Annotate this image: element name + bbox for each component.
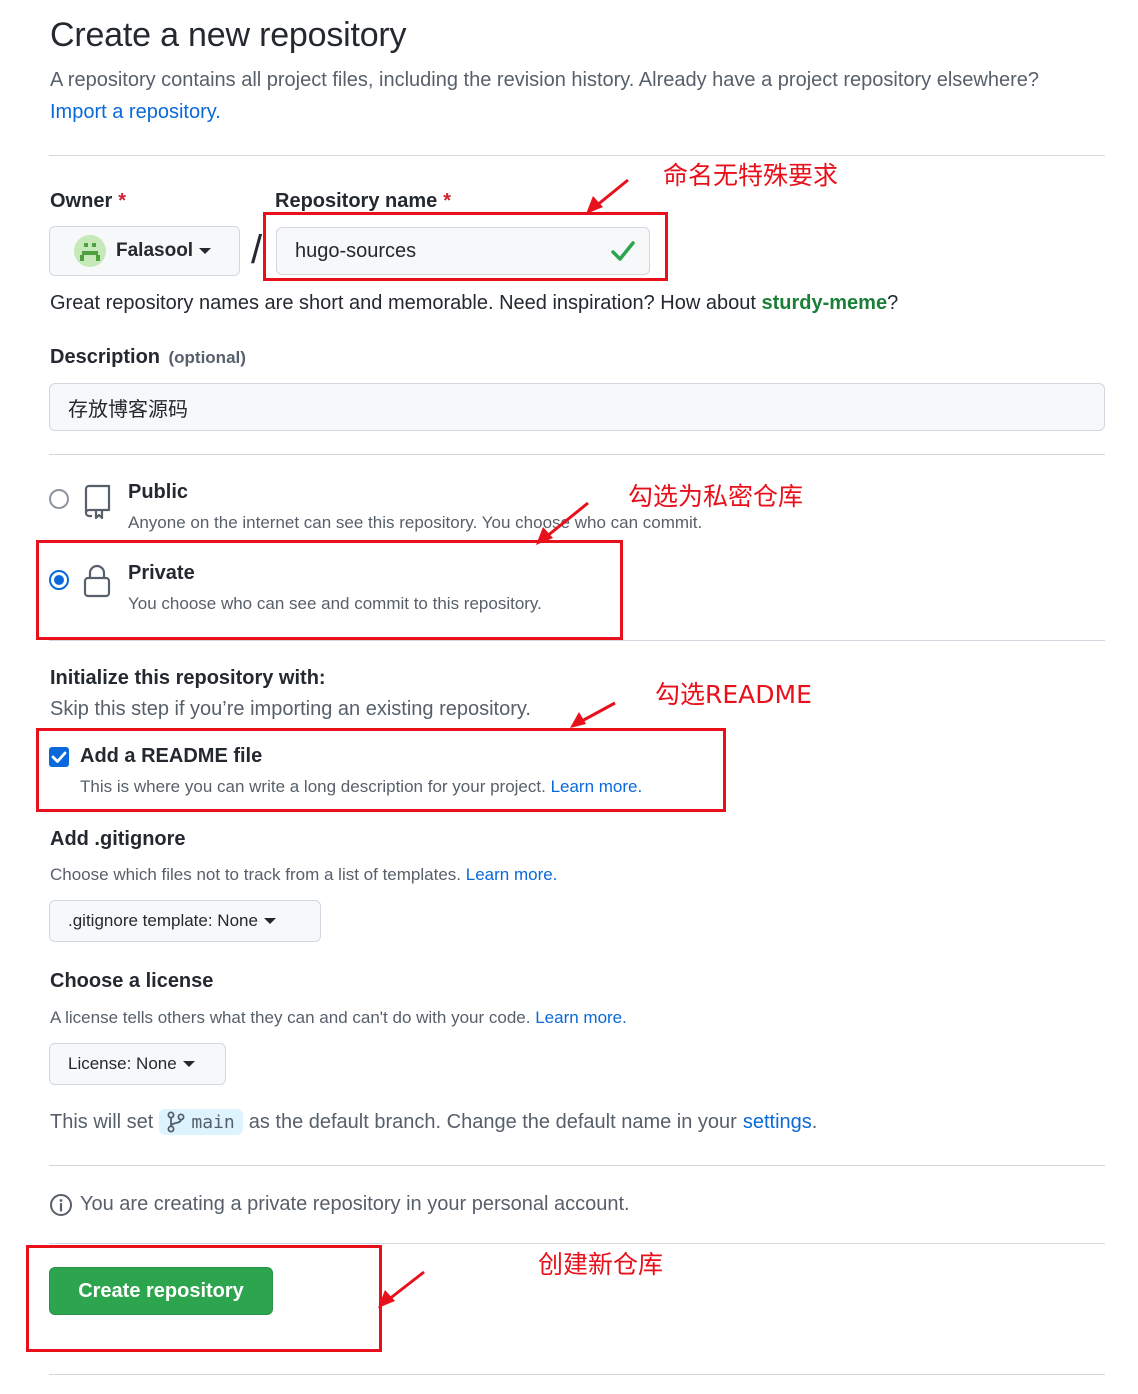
arrow-icon bbox=[378, 1270, 425, 1308]
arrow-icon bbox=[586, 178, 629, 214]
arrow-icon bbox=[536, 501, 589, 545]
arrow-icon bbox=[570, 701, 616, 728]
annotation-arrows bbox=[378, 178, 629, 1308]
